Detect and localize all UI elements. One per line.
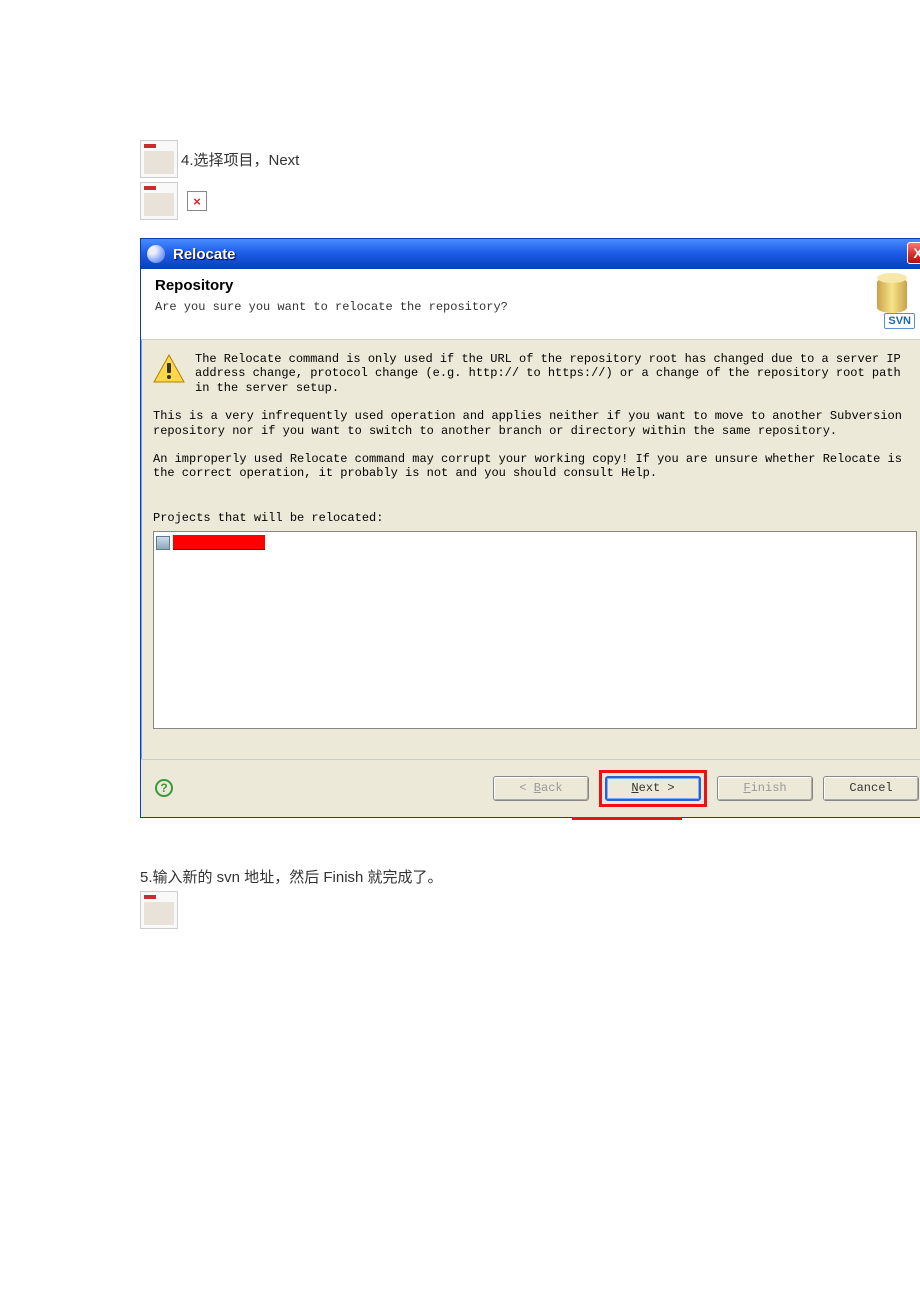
- warning-text: The Relocate command is only used if the…: [195, 352, 917, 395]
- dialog-body: The Relocate command is only used if the…: [141, 340, 920, 729]
- app-icon: [147, 245, 165, 263]
- step5-text: 5.输入新的 svn 地址，然后 Finish 就完成了。: [140, 866, 920, 887]
- finish-button[interactable]: Finish: [717, 776, 813, 801]
- doc-thumb-row: ×: [140, 182, 920, 220]
- step4-text: 4.选择项目，Next: [181, 149, 299, 170]
- header-title: Repository: [155, 277, 508, 294]
- help-icon[interactable]: ?: [155, 779, 173, 797]
- cancel-button[interactable]: Cancel: [823, 776, 919, 801]
- window-title: Relocate: [173, 246, 236, 263]
- svn-icon: SVN: [857, 277, 915, 329]
- thumbnail-image: [140, 182, 178, 220]
- warning-icon: [153, 354, 185, 384]
- broken-image-icon: ×: [187, 191, 207, 211]
- project-list[interactable]: [153, 531, 917, 729]
- project-folder-icon: [156, 536, 170, 550]
- next-highlight-box: Next >: [599, 770, 707, 807]
- list-item[interactable]: [156, 534, 914, 552]
- doc-step5-block: 5.输入新的 svn 地址，然后 Finish 就完成了。: [140, 866, 920, 929]
- titlebar[interactable]: Relocate X: [141, 239, 920, 269]
- dialog-footer: ? < Back Next > Finish Cancel: [141, 759, 920, 817]
- projects-label: Projects that will be relocated:: [153, 511, 917, 525]
- back-button[interactable]: < Back: [493, 776, 589, 801]
- dialog-header: Repository Are you sure you want to relo…: [141, 269, 920, 340]
- info-para-2: This is a very infrequently used operati…: [153, 409, 917, 438]
- red-underline-annotation: [572, 817, 682, 820]
- doc-step4-line: 4.选择项目，Next: [140, 140, 920, 178]
- header-subtitle: Are you sure you want to relocate the re…: [155, 300, 508, 314]
- info-para-3: An improperly used Relocate command may …: [153, 452, 917, 481]
- close-icon: X: [913, 245, 920, 261]
- next-button[interactable]: Next >: [605, 776, 701, 801]
- thumbnail-image: [140, 891, 178, 929]
- thumbnail-image: [140, 140, 178, 178]
- relocate-dialog: Relocate X Repository Are you sure you w…: [140, 238, 920, 818]
- redacted-project-name: [173, 535, 265, 550]
- close-button[interactable]: X: [907, 242, 920, 264]
